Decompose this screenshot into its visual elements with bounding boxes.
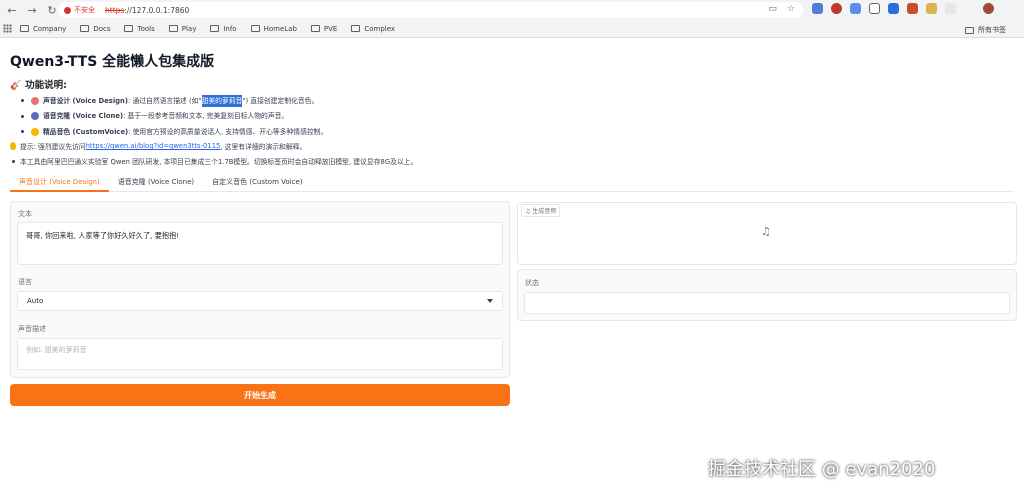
input-panel: 文本 哥哥, 你回来啦, 人家等了你好久好久了, 要抱抱! 语言 Auto 声音…: [10, 201, 510, 378]
gmail-icon[interactable]: [907, 3, 918, 14]
voice-desc-label: 声音描述: [18, 325, 46, 333]
cast-icon[interactable]: ▭: [768, 4, 777, 14]
lightbulb-icon: [10, 142, 16, 150]
folder-icon: [310, 25, 320, 32]
extension-icon[interactable]: [869, 3, 880, 14]
bookmarks-bar: Company Docs Tools Play Info HomeLab PVE…: [0, 20, 1024, 38]
star-icon[interactable]: ☆: [787, 4, 795, 14]
audio-output: ♫ 生成音频 ♫: [517, 202, 1017, 265]
page-title: Qwen3-TTS 全能懒人包集成版: [10, 54, 215, 70]
voice-design-icon: [31, 96, 39, 105]
bookmark-docs[interactable]: Docs: [80, 25, 110, 33]
folder-icon: [20, 25, 29, 32]
download-icon[interactable]: [964, 3, 975, 14]
bullet-icon: [21, 114, 24, 118]
extension-icon[interactable]: [831, 3, 842, 14]
folder-icon: [80, 25, 90, 32]
people-icon: [31, 112, 39, 121]
text-input[interactable]: 哥哥, 你回来啦, 人家等了你好久好久了, 要抱抱!: [17, 222, 503, 265]
tip-text: 提示: 强烈建议先访问 https://qwen.ai/blog?id=qwen3…: [10, 141, 306, 151]
audio-label: ♫ 生成音频: [521, 204, 561, 217]
folder-icon: [250, 25, 260, 32]
bookmark-info[interactable]: Info: [210, 25, 237, 33]
bookmark-homelab[interactable]: HomeLab: [250, 25, 297, 33]
folder-icon: [210, 25, 220, 32]
bookmark-play[interactable]: Play: [168, 25, 196, 33]
note-text: 本工具由阿里巴巴通义实验室 Qwen 团队研发, 本项目已集成三个1.7B模型。…: [12, 156, 417, 166]
status-field[interactable]: [524, 292, 1010, 314]
language-select[interactable]: Auto: [17, 291, 503, 311]
bullet-icon: [12, 159, 15, 163]
menu-icon[interactable]: [1002, 3, 1013, 14]
features-list: 声音设计 (Voice Design): 通过自然语言描述 (如" 甜美的萝莉音 "…: [21, 93, 327, 140]
generate-button[interactable]: 开始生成: [10, 384, 510, 406]
bookmark-pve[interactable]: PVE: [310, 25, 337, 33]
bookmark-complex[interactable]: Complex: [351, 25, 395, 33]
security-label[interactable]: 不安全: [74, 5, 95, 15]
folder-icon: [351, 25, 361, 32]
tab-custom-voice[interactable]: 自定义音色 (Custom Voice): [203, 173, 311, 192]
music-note-icon: ♫: [761, 225, 771, 238]
watermark: 掘金技术社区 @ evan2020: [708, 459, 936, 480]
status-panel: 状态: [517, 269, 1017, 321]
avatar[interactable]: [983, 3, 994, 14]
url-protocol: https: [105, 5, 125, 15]
language-label: 语言: [18, 278, 32, 286]
list-item: 语音克隆 (Voice Clone): 基于一段参考音频和文本, 完美复刻目标人…: [21, 109, 327, 125]
insecure-icon: [64, 6, 71, 14]
back-icon[interactable]: ←: [4, 2, 20, 18]
status-label: 状态: [525, 279, 539, 287]
cloud-icon[interactable]: [850, 3, 861, 14]
folder-icon: [168, 25, 178, 32]
text-label: 文本: [18, 210, 32, 218]
voice-desc-placeholder: 例如: 甜美的萝莉音: [26, 346, 87, 354]
bullet-icon: [21, 99, 24, 103]
forward-icon[interactable]: →: [24, 2, 40, 18]
tip-link[interactable]: https://qwen.ai/blog?id=qwen3tts-0115: [86, 142, 221, 150]
tab-voice-design[interactable]: 声音设计 (Voice Design): [10, 173, 109, 192]
voice-desc-input[interactable]: 例如: 甜美的萝莉音: [17, 338, 503, 370]
bookmark-tools[interactable]: Tools: [124, 25, 155, 33]
bookmark-company[interactable]: Company: [20, 25, 66, 33]
tab-bar: 声音设计 (Voice Design) 语音克隆 (Voice Clone) 自…: [10, 173, 1014, 192]
tab-voice-clone[interactable]: 语音克隆 (Voice Clone): [109, 173, 203, 192]
extension-icon[interactable]: [926, 3, 937, 14]
list-item: 精品音色 (CustomVoice): 使用官方预设的高质量说话人, 支持情感、…: [21, 124, 327, 140]
extension-icon[interactable]: [888, 3, 899, 14]
browser-toolbar: ← → ↻ 不安全 https://127.0.0.1:7860 ▭ ☆: [0, 0, 1024, 20]
apps-icon[interactable]: [3, 24, 12, 33]
extensions: [812, 3, 1013, 14]
list-item: 声音设计 (Voice Design): 通过自然语言描述 (如" 甜美的萝莉音 "…: [21, 93, 327, 109]
app-page: Qwen3-TTS 全能懒人包集成版 🎸 功能说明: 声音设计 (Voice D…: [0, 38, 1024, 499]
dropdown-caret-icon: [487, 299, 493, 303]
folder-icon: [124, 25, 134, 32]
folder-icon: [965, 26, 974, 34]
puzzle-icon[interactable]: [945, 3, 956, 14]
bullet-icon: [21, 130, 24, 134]
extension-icon[interactable]: [812, 3, 823, 14]
features-heading: 🎸 功能说明:: [10, 80, 67, 91]
all-bookmarks[interactable]: 所有书签: [965, 25, 1006, 35]
guitar-icon: 🎸: [10, 80, 22, 91]
star-icon: [31, 127, 39, 136]
url-text: ://127.0.0.1:7860: [124, 5, 190, 15]
address-bar[interactable]: 不安全 https://127.0.0.1:7860 ▭ ☆: [58, 2, 803, 18]
